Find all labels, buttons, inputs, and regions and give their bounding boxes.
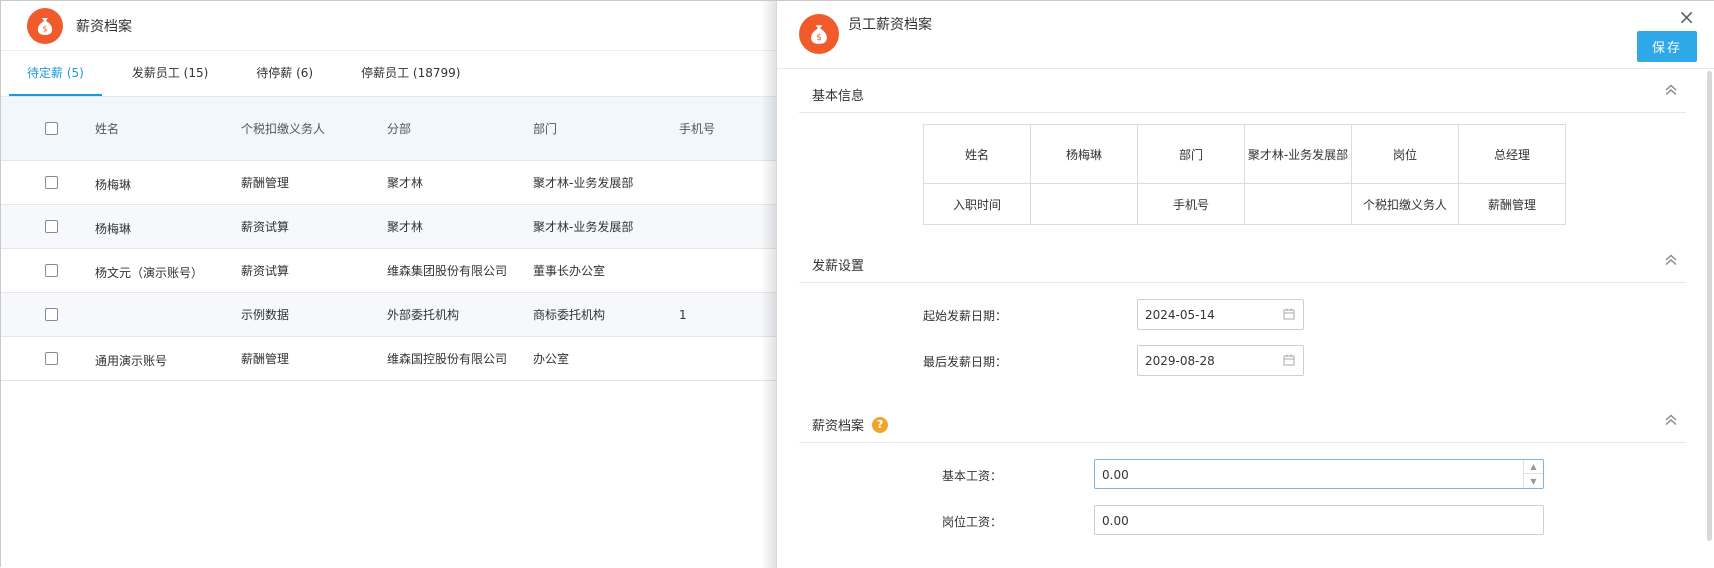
base-salary-label: 基本工资： [942, 469, 1003, 483]
value-post: 总经理 [1458, 124, 1566, 184]
section-basic-info: 基本信息 [799, 71, 1686, 113]
cell-phone: 1 [679, 307, 687, 322]
start-pay-date-label: 起始发薪日期： [923, 309, 1008, 323]
end-pay-date-input[interactable]: 2029-08-28 [1137, 345, 1304, 376]
collapse-chevron-icon[interactable] [1664, 253, 1678, 267]
tab-pending-salary[interactable]: 待定薪 (5) [9, 50, 102, 96]
end-pay-date-label: 最后发薪日期： [923, 355, 1008, 369]
drawer-scrollbar[interactable] [1707, 71, 1712, 541]
cell-branch: 聚才林 [387, 220, 424, 234]
cell-name: 杨梅琳 [95, 222, 132, 236]
table-row[interactable]: 杨文元（演示账号） 薪资试算 维森集团股份有限公司 董事长办公室 [1, 249, 776, 293]
label-join-date: 入职时间 [923, 183, 1031, 225]
label-phone: 手机号 [1137, 183, 1245, 225]
select-all-checkbox[interactable] [45, 122, 58, 135]
column-header-tax-agent[interactable]: 个税扣缴义务人 [241, 120, 387, 137]
save-button[interactable]: 保存 [1637, 31, 1697, 62]
cell-tax-agent: 薪酬管理 [241, 352, 290, 366]
row-checkbox[interactable] [45, 264, 58, 277]
cell-branch: 维森集团股份有限公司 [387, 264, 508, 278]
row-checkbox[interactable] [45, 308, 58, 321]
cell-name: 杨梅琳 [95, 178, 132, 192]
post-salary-label: 岗位工资： [942, 515, 1003, 529]
svg-text:$: $ [816, 33, 822, 43]
section-title-archive: 薪资档案 ? [812, 415, 889, 434]
tab-paid-employees[interactable]: 发薪员工 (15) [114, 50, 226, 96]
value-phone [1244, 183, 1352, 225]
stepper-up-icon[interactable]: ▲ [1524, 460, 1543, 474]
end-pay-date-value: 2029-08-28 [1145, 354, 1215, 368]
section-title-payroll: 发薪设置 [812, 259, 865, 274]
money-bag-logo-icon: $ [799, 14, 839, 54]
cell-tax-agent: 薪资试算 [241, 264, 290, 278]
collapse-chevron-icon[interactable] [1664, 413, 1678, 427]
value-name: 杨梅琳 [1030, 124, 1138, 184]
cell-branch: 聚才林 [387, 176, 424, 190]
calendar-icon[interactable] [1283, 354, 1295, 366]
section-title-basic-info: 基本信息 [812, 89, 865, 104]
tab-pending-stop[interactable]: 待停薪 (6) [238, 50, 331, 96]
base-salary-stepper[interactable]: ▲ ▼ [1523, 460, 1543, 488]
help-icon[interactable]: ? [872, 416, 889, 433]
post-salary-value: 0.00 [1102, 514, 1129, 528]
cell-name: 通用演示账号 [95, 354, 168, 368]
cell-branch: 外部委托机构 [387, 308, 460, 322]
cell-department: 聚才林-业务发展部 [533, 176, 634, 190]
start-pay-date-input[interactable]: 2024-05-14 [1137, 299, 1304, 330]
table-header: 姓名 个税扣缴义务人 分部 部门 手机号 [1, 97, 776, 161]
tab-bar: 待定薪 (5) 发薪员工 (15) 待停薪 (6) 停薪员工 (18799) [1, 51, 776, 97]
cell-department: 办公室 [533, 352, 570, 366]
svg-text:$: $ [42, 24, 47, 33]
column-header-name[interactable]: 姓名 [95, 120, 241, 137]
list-header: $ 薪资档案 [1, 1, 776, 51]
tab-stopped-employees[interactable]: 停薪员工 (18799) [343, 50, 478, 96]
stepper-down-icon[interactable]: ▼ [1524, 474, 1543, 488]
label-post: 岗位 [1351, 124, 1459, 184]
base-salary-input[interactable]: 0.00 ▲ ▼ [1094, 459, 1544, 489]
cell-tax-agent: 示例数据 [241, 308, 290, 322]
table-row[interactable]: 杨梅琳 薪酬管理 聚才林 聚才林-业务发展部 [1, 161, 776, 205]
collapse-chevron-icon[interactable] [1664, 83, 1678, 97]
base-salary-value: 0.00 [1102, 468, 1129, 482]
cell-branch: 维森国控股份有限公司 [387, 352, 508, 366]
basic-info-table: 姓名 杨梅琳 部门 聚才林-业务发展部 岗位 总经理 入职时间 手机号 个税扣缴… [923, 124, 1566, 225]
drawer-title: 员工薪资档案 [848, 17, 932, 33]
cell-tax-agent: 薪资试算 [241, 220, 290, 234]
row-checkbox[interactable] [45, 176, 58, 189]
value-tax-agent: 薪酬管理 [1458, 183, 1566, 225]
section-payroll-settings: 发薪设置 [799, 241, 1686, 283]
label-name: 姓名 [923, 124, 1031, 184]
start-pay-date-value: 2024-05-14 [1145, 308, 1215, 322]
cell-department: 商标委托机构 [533, 308, 606, 322]
value-join-date [1030, 183, 1138, 225]
page-title: 薪资档案 [76, 18, 132, 35]
drawer-shadow [761, 1, 777, 568]
calendar-icon[interactable] [1283, 308, 1295, 320]
money-bag-logo-icon: $ [27, 7, 63, 44]
table-row[interactable]: 通用演示账号 薪酬管理 维森国控股份有限公司 办公室 [1, 337, 776, 381]
value-department: 聚才林-业务发展部 [1244, 124, 1352, 184]
employee-salary-drawer: $ 员工薪资档案 × 保存 基本信息 姓名 杨梅琳 部门 聚才林-业务发展部 岗… [776, 1, 1714, 568]
cell-name: 杨文元（演示账号） [95, 266, 204, 280]
column-header-branch[interactable]: 分部 [387, 120, 533, 137]
row-checkbox[interactable] [45, 352, 58, 365]
section-salary-archive: 薪资档案 ? [799, 401, 1686, 443]
label-tax-agent: 个税扣缴义务人 [1351, 183, 1459, 225]
drawer-header: $ 员工薪资档案 × 保存 [777, 1, 1714, 69]
cell-tax-agent: 薪酬管理 [241, 176, 290, 190]
cell-department: 董事长办公室 [533, 264, 606, 278]
column-header-department[interactable]: 部门 [533, 120, 679, 137]
table-row[interactable]: 杨梅琳 薪资试算 聚才林 聚才林-业务发展部 [1, 205, 776, 249]
row-checkbox[interactable] [45, 220, 58, 233]
close-icon[interactable]: × [1678, 7, 1695, 27]
table-row[interactable]: 示例数据 外部委托机构 商标委托机构 1 [1, 293, 776, 337]
app-window: $ 薪资档案 待定薪 (5) 发薪员工 (15) 待停薪 (6) 停薪员工 (1… [0, 0, 1714, 568]
column-header-phone[interactable]: 手机号 [679, 120, 769, 137]
cell-department: 聚才林-业务发展部 [533, 220, 634, 234]
section-title-archive-text: 薪资档案 [812, 419, 865, 434]
post-salary-input[interactable]: 0.00 [1094, 505, 1544, 535]
label-department: 部门 [1137, 124, 1245, 184]
salary-archive-list-panel: $ 薪资档案 待定薪 (5) 发薪员工 (15) 待停薪 (6) 停薪员工 (1… [1, 1, 776, 568]
